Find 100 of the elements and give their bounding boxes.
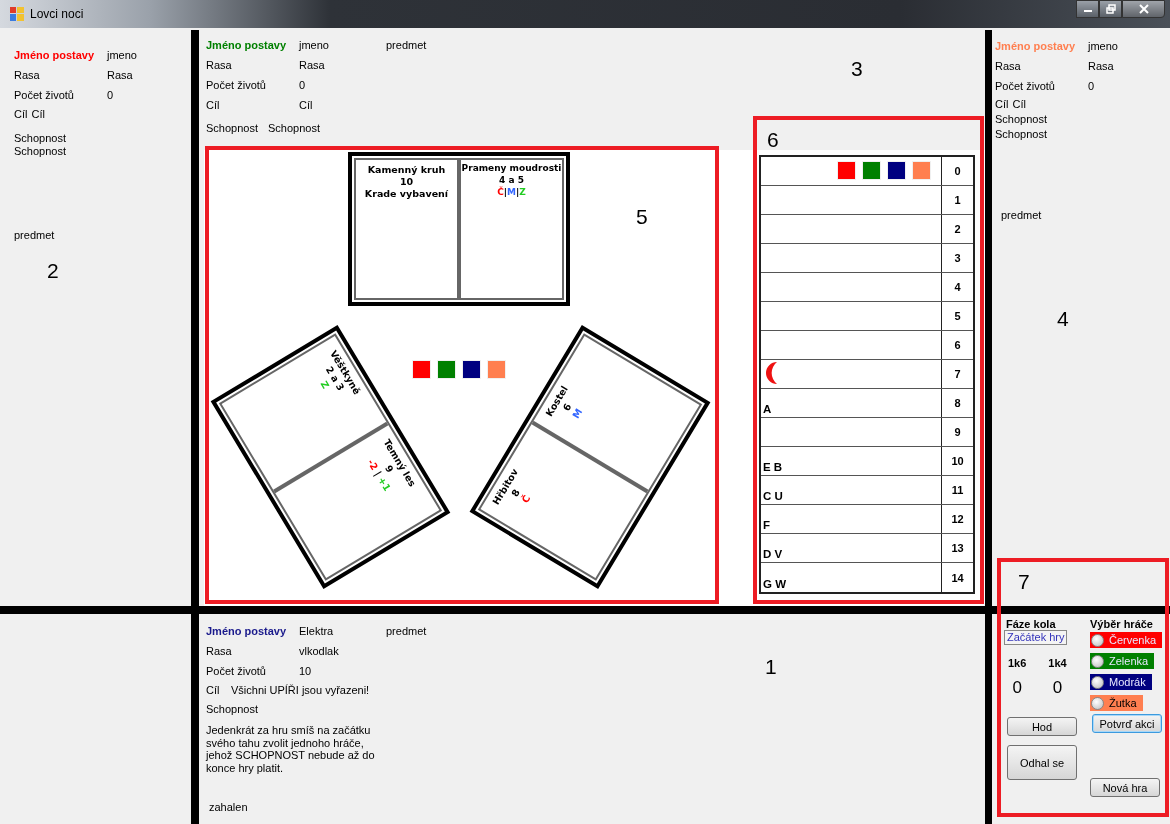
track-number: 3 [953, 251, 962, 266]
lives-label: Počet životů [206, 79, 267, 91]
race-value: vlkodlak [299, 645, 340, 657]
card-symbols: Z [317, 378, 332, 391]
track-letters: A [763, 403, 772, 415]
goal-label: Cíl [995, 98, 1009, 110]
phase-value: Začátek hry [1004, 630, 1068, 645]
track-number: 11 [950, 483, 965, 498]
player-radio[interactable]: Zelenka [1090, 653, 1155, 669]
player-radio[interactable]: Červenka [1090, 632, 1163, 648]
lives-value: 0 [299, 79, 307, 91]
card-effect: Krade vybavení [364, 188, 449, 200]
name-value: Elektra [299, 625, 335, 637]
window-title: Lovci noci [30, 7, 84, 21]
race-value: Rasa [107, 69, 134, 81]
name-value: jmeno [1088, 40, 1119, 52]
card-symbols: Č|M|Z [497, 186, 526, 198]
track-number: 12 [950, 512, 965, 527]
annotation-number: 3 [851, 57, 863, 81]
track-number: 2 [953, 222, 962, 237]
annotation-number: 6 [767, 128, 779, 152]
app-icon [10, 7, 24, 21]
race-value: Rasa [299, 59, 326, 71]
goal-label: Cíl [206, 99, 221, 111]
ability-label: Schopnost [14, 132, 66, 145]
lives-value: 0 [1088, 80, 1096, 92]
status-label: zahalen [209, 801, 248, 813]
player-choice-label: Výběr hráče [1090, 618, 1153, 630]
race-label: Rasa [14, 69, 41, 81]
goal-value: Cíl [31, 108, 45, 120]
track-number: 0 [953, 164, 962, 179]
track-number: 1 [953, 193, 962, 208]
track-letters: G W [763, 578, 786, 590]
ability-text: Jedenkrát za hru smíš na začátku svého tahu zvolit jednoho hráče, jehož SCHOPNOST nebude až do konce hry platit. [206, 724, 376, 774]
card-title: Kamenný kruh [367, 164, 446, 176]
annotation-number: 4 [1057, 307, 1069, 331]
annotation-number: 5 [636, 205, 648, 229]
dice-label: 1k4 [1048, 657, 1067, 669]
track-number: 8 [953, 396, 962, 411]
minimize-button[interactable] [1076, 0, 1099, 18]
race-value: Rasa [1088, 60, 1115, 72]
track-number: 9 [953, 425, 962, 440]
card-title: Prameny moudrosti [461, 162, 562, 174]
ability-text: Schopnost [14, 145, 66, 158]
track-letters: C U [763, 490, 783, 502]
card-symbols: M [570, 406, 586, 421]
item-label: predmet [386, 625, 427, 637]
name-value: jmeno [107, 49, 138, 61]
close-button[interactable] [1122, 0, 1165, 18]
maximize-button[interactable] [1099, 0, 1122, 18]
item-label: predmet [386, 39, 427, 51]
name-label: Jméno postavy [206, 625, 288, 637]
item-label: predmet [1001, 209, 1042, 221]
race-label: Rasa [206, 645, 233, 657]
track-number: 5 [953, 309, 962, 324]
annotation-number: 1 [765, 655, 777, 679]
annotation-number: 7 [1018, 570, 1030, 594]
name-label: Jméno postavy [995, 40, 1077, 52]
lives-value: 10 [299, 665, 313, 677]
track-letters: F [763, 519, 771, 531]
name-value: jmeno [299, 39, 330, 51]
race-label: Rasa [995, 60, 1022, 72]
track-number: 7 [953, 367, 962, 382]
goal-value: Cíl [299, 99, 313, 111]
confirm-button[interactable]: Potvrď akci [1092, 714, 1162, 733]
goal-label: Cíl [206, 684, 221, 696]
goal-label: Cíl [14, 108, 28, 120]
name-label: Jméno postavy [14, 49, 96, 61]
track-letters: E B [763, 461, 783, 473]
player-radio[interactable]: Modrák [1090, 674, 1152, 690]
ability-label: Schopnost [995, 112, 1047, 127]
phase-label: Fáze kola [1006, 618, 1056, 630]
ability-label: Schopnost [206, 703, 258, 715]
player-radio[interactable]: Žutka [1090, 695, 1143, 711]
ability-text: Schopnost [268, 122, 320, 134]
lives-label: Počet životů [206, 665, 267, 677]
card-number: 10 [399, 176, 414, 188]
track-number: 6 [953, 338, 962, 353]
card-symbols: Č [519, 493, 534, 506]
reveal-button[interactable]: Odhal se [1007, 745, 1077, 780]
ability-text: Schopnost [995, 127, 1047, 142]
track-letters: D V [763, 548, 783, 560]
restore-icon [1105, 4, 1116, 14]
lives-value: 0 [107, 89, 115, 101]
track-number: 4 [953, 280, 962, 295]
lives-label: Počet životů [995, 80, 1056, 92]
name-label: Jméno postavy [206, 39, 288, 51]
race-label: Rasa [206, 59, 233, 71]
track-number: 10 [950, 454, 965, 469]
roll-button[interactable]: Hod [1007, 717, 1077, 736]
goal-value: Cíl [1012, 98, 1026, 110]
card-number: 4 a 5 [499, 174, 524, 186]
dice-value: 0 [1012, 678, 1022, 698]
track-number: 14 [950, 570, 965, 586]
annotation-number: 2 [47, 259, 59, 283]
dice-label: 1k6 [1008, 657, 1027, 669]
new-game-button[interactable]: Nová hra [1090, 778, 1160, 797]
item-label: predmet [14, 229, 55, 241]
lives-label: Počet životů [14, 89, 75, 101]
close-icon [1138, 4, 1149, 14]
